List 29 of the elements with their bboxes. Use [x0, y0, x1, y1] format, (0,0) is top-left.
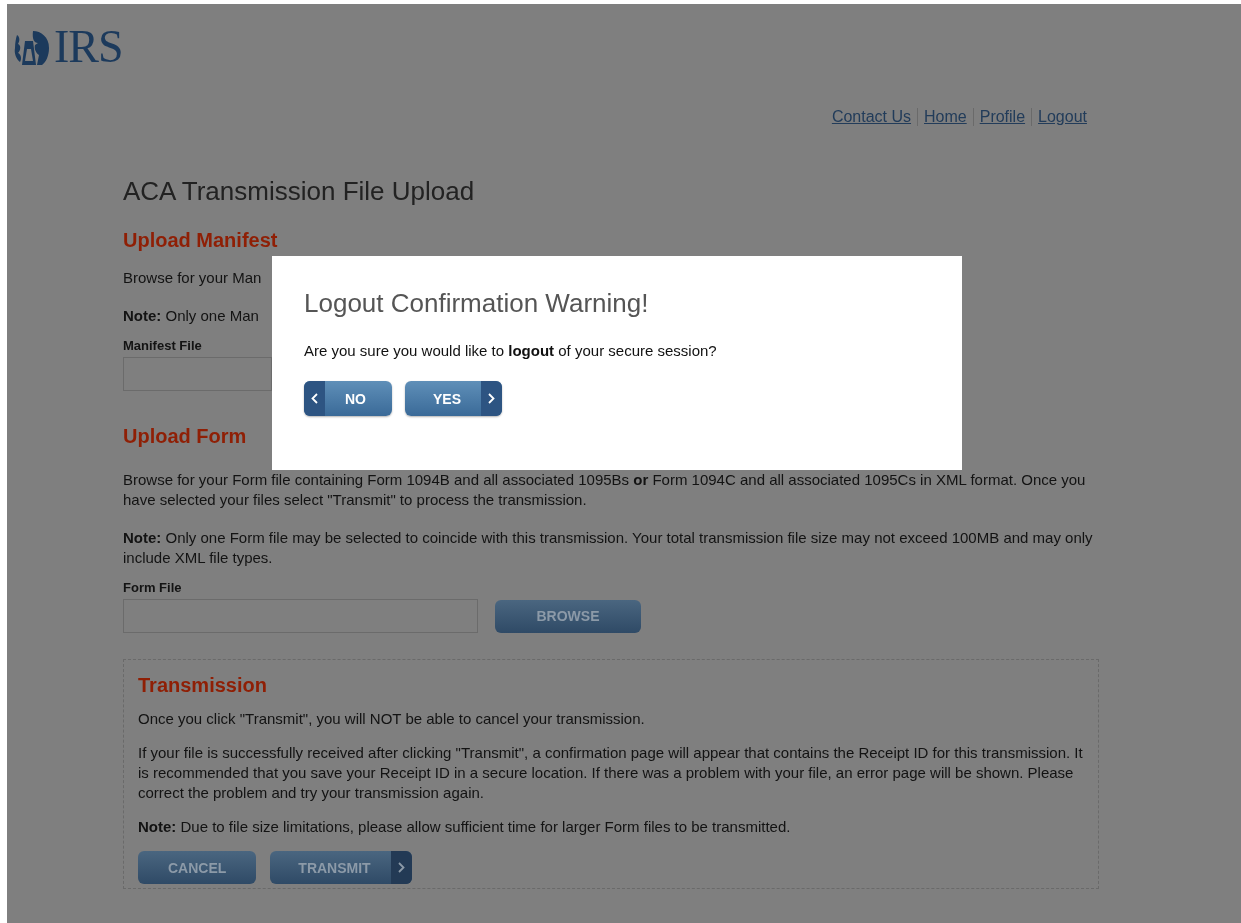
section-heading: Upload Manifest: [123, 229, 279, 252]
nav-link[interactable]: Home: [924, 108, 967, 126]
info-text: Note: Due to file size limitations, please allow sufficient time for larger Form files to be transmitted.: [138, 817, 792, 837]
instruction-text: Browse for your Man: [123, 268, 262, 288]
nav-link[interactable]: Logout: [1038, 108, 1087, 126]
nav-link[interactable]: Profile: [979, 108, 1026, 126]
field-label: Manifest File: [123, 338, 202, 353]
transmit-button[interactable]: TRANSMIT: [270, 851, 412, 884]
chevron-right-icon: [488, 393, 495, 404]
info-text: If your file is successfully received after clicking "Transmit", a confirmation page will appear that contains the Receipt ID for this transmission. It is recommended that you save your Receipt ID in a secure location. If there was a problem with your file, an error page will be shown. Please correct the problem and try your transmission again.: [138, 743, 1084, 803]
dialog-title: Logout Confirmation Warning!: [304, 288, 650, 319]
nav-link[interactable]: Contact Us: [831, 108, 911, 126]
chevron-right-icon: [397, 862, 405, 873]
manifest-file-field[interactable]: [123, 357, 272, 391]
section-heading: Transmission: [138, 674, 268, 697]
instruction-text: Browse for your Form file containing Form 1094B and all associated 1095Bs or Form 1094C and all associated 1095Cs in XML format. Once you have selected your files select "Transmit" to process the transmission.: [123, 470, 1087, 510]
chevron-left-icon: [311, 393, 318, 404]
note-text: Note: Only one Form file may be selected to coincide with this transmission. Your total transmission file size may not exceed 100MB and may only include XML file types.: [123, 528, 1094, 568]
cancel-button[interactable]: CANCEL: [138, 851, 257, 884]
field-label: Form File: [123, 580, 182, 595]
yes-button[interactable]: YES: [405, 381, 502, 416]
logo-text: IRS: [54, 24, 123, 70]
no-button[interactable]: NO: [304, 381, 392, 416]
note-text: Note: Only one Man: [123, 306, 259, 326]
page-title: ACA Transmission File Upload: [123, 176, 476, 207]
section-heading: Upload Form: [123, 425, 248, 448]
info-text: Once you click "Transmit", you will NOT be able to cancel your transmission.: [138, 709, 646, 729]
dialog-message: Are you sure you would like to logout of your secure session?: [304, 341, 718, 361]
browse-button[interactable]: BROWSE: [495, 599, 641, 633]
